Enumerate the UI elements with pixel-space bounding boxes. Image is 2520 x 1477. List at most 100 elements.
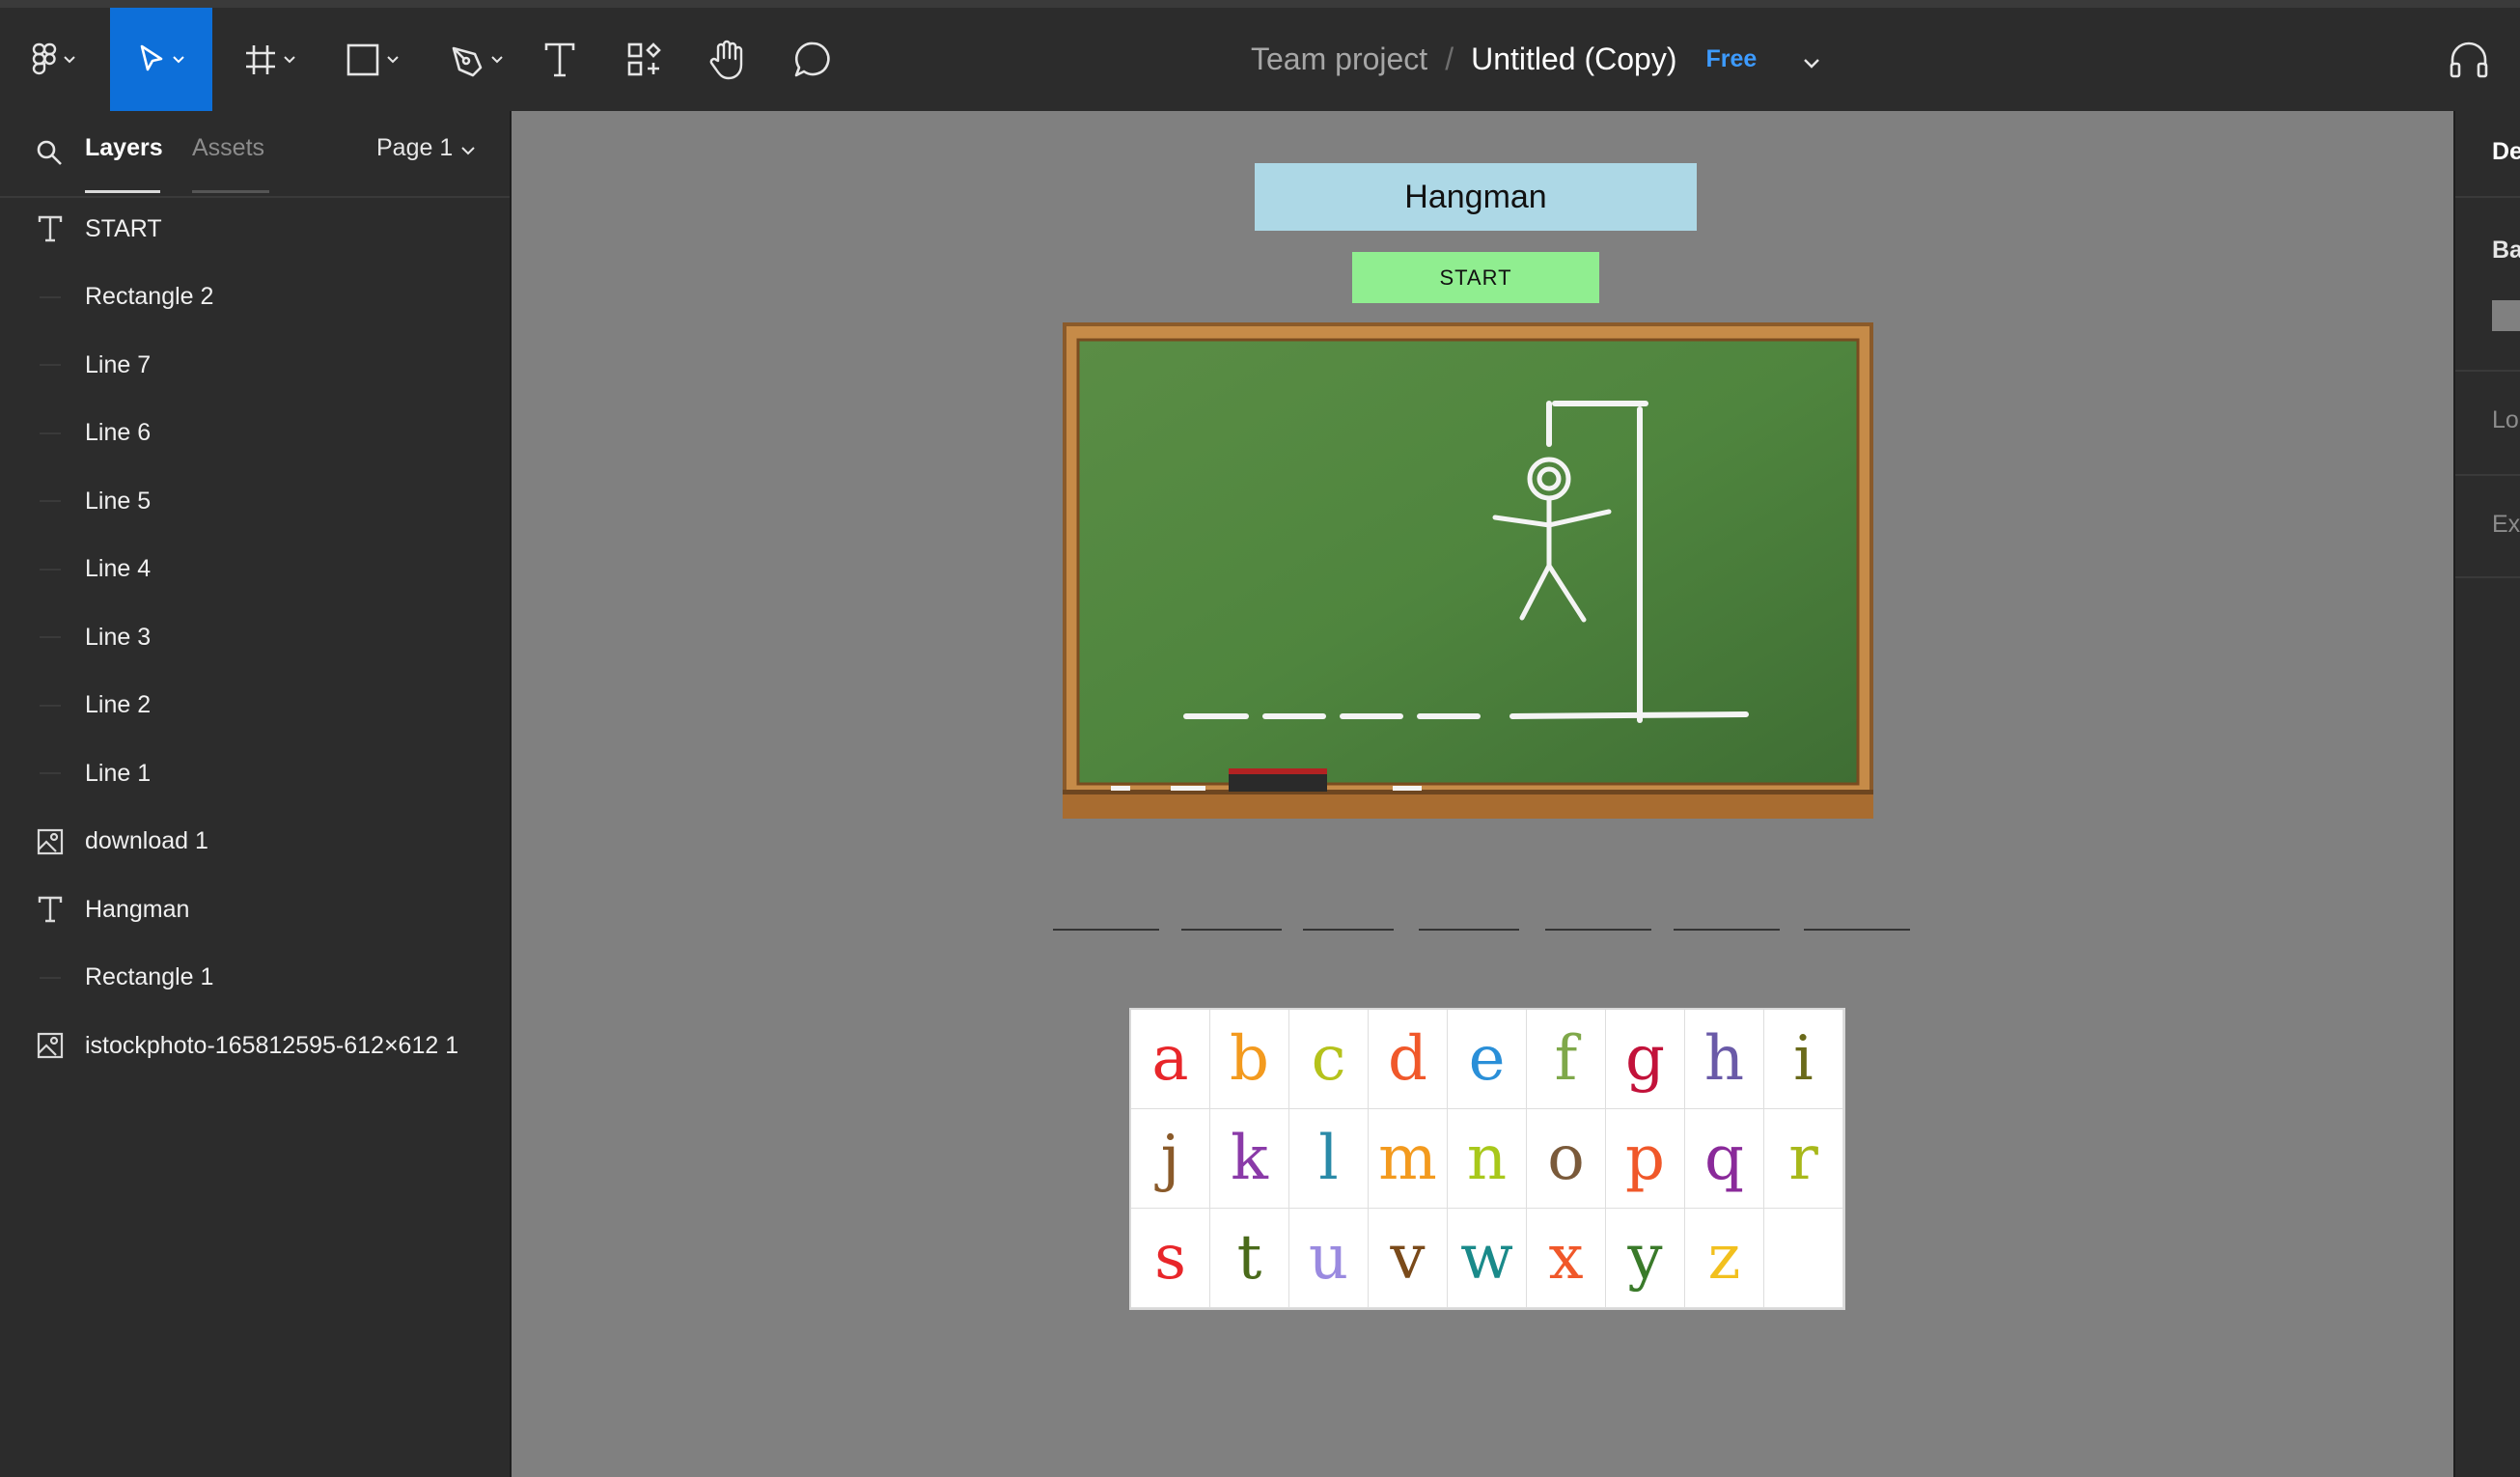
letter-tile[interactable]: r [1764,1109,1843,1209]
chevron-down-icon [490,55,504,65]
comment-tool-button[interactable] [789,8,836,111]
letter-tile[interactable]: y [1606,1209,1685,1308]
figma-menu-button[interactable] [19,8,89,111]
letter-tile[interactable]: p [1606,1109,1685,1209]
letter-tile[interactable]: c [1289,1010,1369,1109]
line-layer-icon [35,554,66,585]
word-blank [1181,929,1282,931]
layer-item[interactable]: Hangman [0,876,510,943]
letter-tile[interactable]: x [1527,1209,1606,1308]
word-blank [1545,929,1651,931]
hand-tool-button[interactable] [705,8,751,111]
file-name[interactable]: Untitled (Copy) [1471,42,1676,77]
page-selector-label: Page 1 [376,134,454,161]
file-menu-chevron-icon[interactable] [1803,42,1820,77]
letter-tile[interactable]: j [1131,1109,1210,1209]
layer-item[interactable]: Line 5 [0,467,510,535]
layer-item[interactable]: Line 6 [0,400,510,467]
letter-tile[interactable]: v [1369,1209,1448,1308]
alphabet-image[interactable]: abcdefghi jklmnopqr stuvwxyz [1129,1008,1845,1310]
image-layer-icon [35,1030,66,1061]
letter-tile[interactable]: t [1210,1209,1289,1308]
letter-tile[interactable]: b [1210,1010,1289,1109]
letter-tile[interactable]: u [1289,1209,1369,1308]
breadcrumb-separator: / [1445,42,1454,76]
layers-panel: Layers Assets Page 1 START Rectangle 2 Lin… [0,111,512,1477]
layer-item[interactable]: Line 4 [0,536,510,603]
letter-tile[interactable]: n [1448,1109,1527,1209]
tab-design[interactable]: De [2492,138,2520,166]
letter-tile[interactable]: a [1131,1010,1210,1109]
layer-item[interactable]: Line 2 [0,672,510,739]
line-layer-icon [35,418,66,449]
line-layer-icon [35,758,66,789]
layer-name: Line 3 [85,623,152,651]
letter-tile[interactable]: o [1527,1109,1606,1209]
tab-assets[interactable]: Assets [192,134,264,162]
layer-item[interactable]: Line 3 [0,603,510,671]
tab-layers[interactable]: Layers [85,134,163,162]
search-icon[interactable] [35,138,64,172]
chevron-down-icon [460,134,476,162]
letter-tile[interactable]: k [1210,1109,1289,1209]
letter-tile[interactable]: w [1448,1209,1527,1308]
hangman-title[interactable]: Hangman [1255,163,1697,231]
letter-tile[interactable]: i [1764,1010,1843,1109]
components-button[interactable] [622,8,668,111]
layer-name: Rectangle 1 [85,963,214,990]
text-tool-icon [543,42,576,78]
divider [2455,474,2520,476]
layers-panel-header: Layers Assets Page 1 [0,111,510,198]
layer-name: Hangman [85,895,190,923]
layer-name: Line 5 [85,487,152,515]
layer-item[interactable]: Line 7 [0,331,510,399]
letter-tile[interactable]: g [1606,1010,1685,1109]
word-blank [1303,929,1394,931]
project-name[interactable]: Team project [1251,42,1427,77]
letter-tile[interactable]: s [1131,1209,1210,1308]
letter-tile[interactable]: q [1685,1109,1764,1209]
text-layer-icon [35,894,66,925]
letter-tile[interactable]: l [1289,1109,1369,1209]
layer-item[interactable]: Line 1 [0,739,510,807]
shape-tool-button[interactable] [338,8,407,111]
letter-tile[interactable]: h [1685,1010,1764,1109]
toolbar: Team project / Untitled (Copy) Free [0,8,2520,111]
plan-badge[interactable]: Free [1705,45,1757,73]
pen-tool-button[interactable] [442,8,512,111]
letter-tile[interactable]: e [1448,1010,1527,1109]
local-styles-label: Lo [2492,406,2519,433]
line-layer-icon [35,486,66,516]
layer-item[interactable]: START [0,195,510,263]
page-selector[interactable]: Page 1 [376,134,476,162]
word-blank [1674,929,1780,931]
hand-tool-icon [709,40,746,80]
shape-tool-icon [346,42,380,77]
letter-tile[interactable]: f [1527,1010,1606,1109]
image-layer-icon [35,826,66,857]
layer-item[interactable]: istockphoto-165812595-612×612 1 [0,1012,510,1079]
frame-tool-button[interactable] [235,8,305,111]
chalkboard-image[interactable] [1063,322,1873,819]
letter-tile[interactable]: z [1685,1209,1764,1308]
layer-name: Rectangle 2 [85,283,214,310]
audio-button[interactable] [2442,8,2496,111]
background-section-label: Ba [2492,237,2520,264]
layer-item[interactable]: download 1 [0,808,510,876]
layer-name: Line 7 [85,350,152,378]
start-button[interactable]: START [1352,252,1599,303]
figma-menu-icon [32,42,57,77]
move-tool-button[interactable] [110,8,212,111]
letter-tile[interactable] [1764,1209,1843,1308]
letter-tile[interactable]: d [1369,1010,1448,1109]
layer-item[interactable]: Rectangle 1 [0,944,510,1012]
export-label: Ex [2492,511,2520,538]
background-color-swatch[interactable] [2492,300,2520,331]
text-tool-button[interactable] [537,8,583,111]
letter-tile[interactable]: m [1369,1109,1448,1209]
chevron-down-icon [172,55,185,65]
word-blank [1053,929,1159,931]
breadcrumb: Team project / Untitled (Copy) Free [1251,8,1820,111]
layer-item[interactable]: Rectangle 2 [0,264,510,331]
layer-name: Line 6 [85,419,152,446]
